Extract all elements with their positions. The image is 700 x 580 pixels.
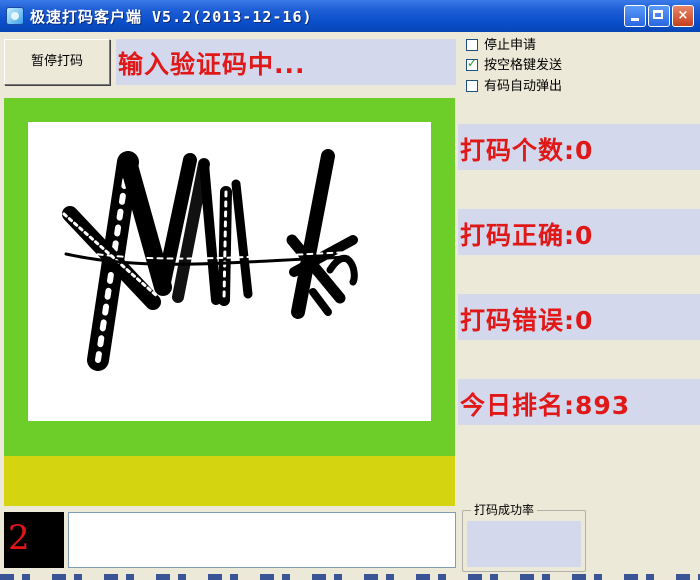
stat-rank-label: 今日排名:893: [460, 391, 631, 420]
stat-wrong-label: 打码错误:0: [460, 306, 594, 335]
checkbox-label: 按空格键发送: [484, 58, 563, 73]
stop-request-checkbox[interactable]: 停止申请: [466, 34, 537, 53]
captcha-image: [28, 122, 431, 421]
success-rate-value: [467, 521, 581, 567]
success-rate-group: 打码成功率: [462, 501, 586, 572]
status-panel: 输入验证码中...: [116, 39, 456, 85]
checkbox-box[interactable]: [466, 39, 478, 51]
success-rate-legend: 打码成功率: [471, 501, 538, 518]
minimize-button[interactable]: [624, 5, 646, 27]
checkbox-label: 有码自动弹出: [484, 79, 563, 94]
maximize-button[interactable]: [648, 5, 670, 27]
close-button[interactable]: ×: [672, 5, 694, 27]
remaining-counter: 2: [4, 512, 64, 568]
progress-bar: [4, 456, 455, 506]
pause-button[interactable]: 暂停打码: [4, 39, 110, 85]
checkbox-box[interactable]: [466, 80, 478, 92]
captcha-input[interactable]: [68, 512, 456, 568]
minimize-icon: [631, 18, 639, 21]
client-area: 暂停打码 输入验证码中... 停止申请 按空格键发送 有码自动弹出: [0, 32, 700, 580]
checkbox-box[interactable]: [466, 56, 478, 71]
window-title: 极速打码客户端 V5.2(2013-12-16): [30, 8, 313, 26]
stat-correct: 打码正确:0: [458, 209, 700, 255]
stat-count-label: 打码个数:0: [460, 136, 594, 165]
app-icon: [6, 7, 24, 25]
captcha-frame: [4, 98, 455, 456]
status-text: 输入验证码中...: [118, 50, 306, 79]
maximize-icon: [653, 10, 663, 19]
auto-popup-checkbox[interactable]: 有码自动弹出: [466, 75, 563, 94]
captcha-glyphs: [62, 149, 358, 371]
space-send-checkbox[interactable]: 按空格键发送: [466, 54, 563, 73]
stat-wrong: 打码错误:0: [458, 294, 700, 340]
close-icon: ×: [677, 8, 689, 23]
stat-correct-label: 打码正确:0: [460, 221, 594, 250]
remaining-counter-value: 2: [8, 518, 30, 558]
stat-count: 打码个数:0: [458, 124, 700, 170]
bottom-strip: [0, 574, 700, 580]
title-bar[interactable]: 极速打码客户端 V5.2(2013-12-16) ×: [0, 0, 700, 32]
stat-rank: 今日排名:893: [458, 379, 700, 425]
checkbox-label: 停止申请: [484, 38, 537, 53]
